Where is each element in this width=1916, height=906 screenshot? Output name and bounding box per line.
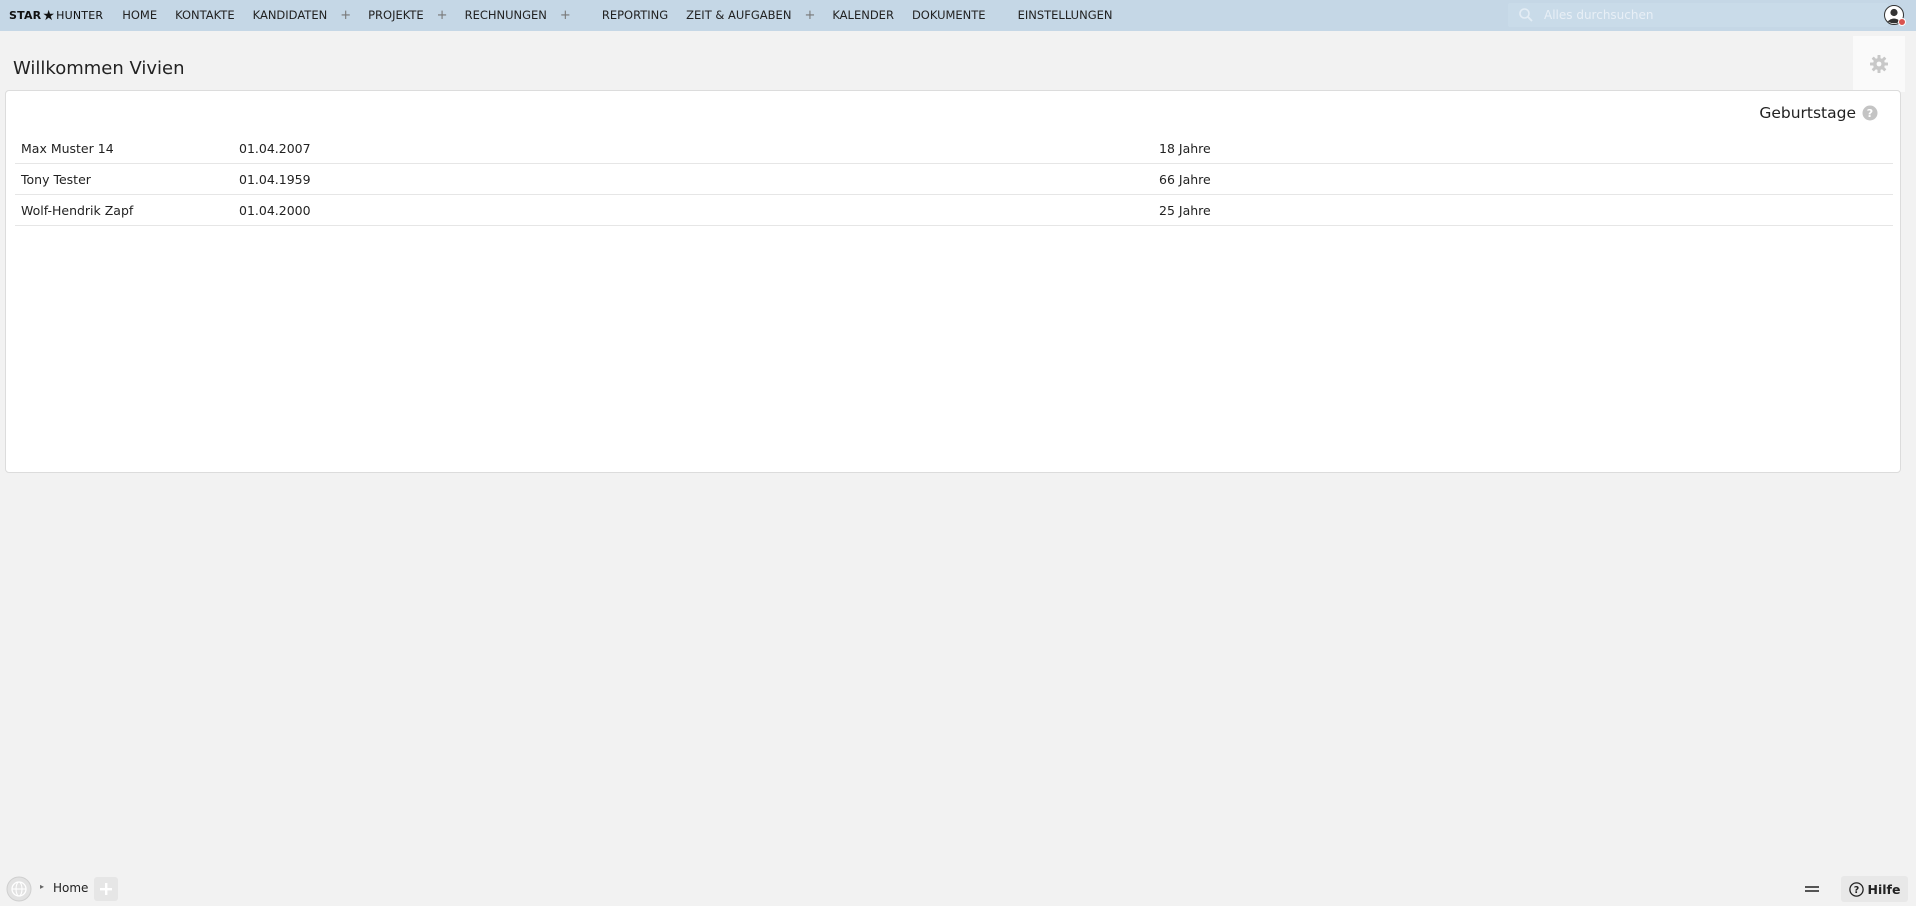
globe-icon[interactable] <box>6 876 32 902</box>
widget-header: Geburtstage ? <box>1759 104 1878 122</box>
contact-name[interactable]: Max Muster 14 <box>15 141 239 156</box>
birth-date: 01.04.1959 <box>239 171 311 187</box>
nav-zeit-aufgaben[interactable]: ZEIT & AUFGABEN <box>677 0 800 31</box>
nav-dokumente[interactable]: DOKUMENTE <box>903 0 995 31</box>
table-row[interactable]: Wolf-Hendrik Zapf 01.04.2000 25 Jahre <box>15 195 1893 226</box>
widget-title: Geburtstage <box>1759 104 1856 122</box>
search-icon <box>1519 8 1533 22</box>
main-menu: HOME KONTAKTE KANDIDATEN + PROJEKTE + RE… <box>113 0 1121 31</box>
age-value: 18 Jahre <box>1159 140 1211 156</box>
starhunter-logo[interactable]: STAR ★ HUNTER <box>9 9 103 23</box>
bottom-tab-bar: ▸ Home ? Hilfe <box>0 872 1916 906</box>
table-row[interactable]: Tony Tester 01.04.1959 66 Jahre <box>15 164 1893 195</box>
nav-kontakte[interactable]: KONTAKTE <box>166 0 244 31</box>
tab-home[interactable]: Home <box>53 881 88 895</box>
age-value: 66 Jahre <box>1159 171 1211 187</box>
user-avatar[interactable] <box>1884 5 1906 26</box>
add-aufgabe-button[interactable]: + <box>800 0 823 31</box>
svg-text:?: ? <box>1867 107 1873 120</box>
question-circle-icon: ? <box>1848 881 1864 897</box>
add-rechnung-button[interactable]: + <box>556 0 579 31</box>
birth-date: 01.04.2000 <box>239 202 311 218</box>
contact-name[interactable]: Wolf-Hendrik Zapf <box>15 203 239 218</box>
nav-kalender[interactable]: KALENDER <box>823 0 903 31</box>
nav-kandidaten[interactable]: KANDIDATEN <box>244 0 337 31</box>
add-tab-button[interactable] <box>94 877 118 901</box>
add-projekt-button[interactable]: + <box>433 0 456 31</box>
logo-text-star: STAR <box>9 9 42 22</box>
plus-icon <box>100 883 112 895</box>
dashboard-settings-button[interactable] <box>1853 36 1905 92</box>
nav-home[interactable]: HOME <box>113 0 166 31</box>
birthday-list: Max Muster 14 01.04.2007 18 Jahre Tony T… <box>15 133 1893 226</box>
nav-einstellungen[interactable]: EINSTELLUNGEN <box>1009 0 1122 31</box>
search-input[interactable] <box>1544 8 1864 22</box>
minimize-icon[interactable] <box>1804 883 1820 895</box>
birthdays-widget: Geburtstage ? Max Muster 14 01.04.2007 1… <box>5 90 1901 473</box>
global-search[interactable] <box>1508 3 1888 27</box>
logo-text-hunter: HUNTER <box>56 9 104 22</box>
nav-rechnungen[interactable]: RECHNUNGEN <box>456 0 556 31</box>
breadcrumb-arrow-icon: ▸ <box>40 882 45 891</box>
page-title: Willkommen Vivien <box>13 58 185 79</box>
question-circle-icon[interactable]: ? <box>1862 105 1878 121</box>
add-kandidat-button[interactable]: + <box>336 0 359 31</box>
gear-icon <box>1870 55 1888 73</box>
notification-badge <box>1898 18 1906 26</box>
nav-projekte[interactable]: PROJEKTE <box>359 0 433 31</box>
nav-reporting[interactable]: REPORTING <box>593 0 677 31</box>
age-value: 25 Jahre <box>1159 202 1211 218</box>
table-row[interactable]: Max Muster 14 01.04.2007 18 Jahre <box>15 133 1893 164</box>
contact-name[interactable]: Tony Tester <box>15 172 239 187</box>
logo-star-icon: ★ <box>42 7 56 24</box>
birth-date: 01.04.2007 <box>239 140 311 156</box>
help-button[interactable]: ? Hilfe <box>1841 876 1908 902</box>
svg-text:?: ? <box>1853 885 1859 896</box>
help-label: Hilfe <box>1867 881 1901 897</box>
